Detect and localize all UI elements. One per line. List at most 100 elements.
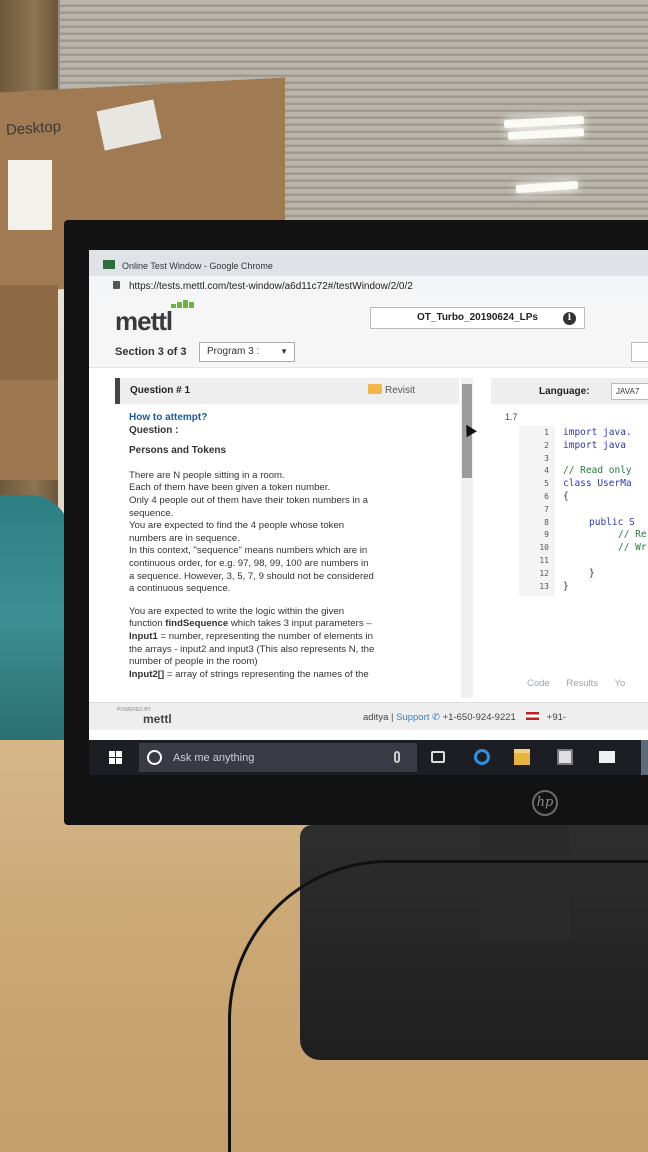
question-line: Each of them have been given a token num… bbox=[129, 482, 331, 494]
line-number: 4 bbox=[544, 466, 549, 476]
line-number: 13 bbox=[539, 581, 549, 591]
line-number: 8 bbox=[544, 517, 549, 527]
line-number: 7 bbox=[544, 504, 549, 514]
code-line: public S bbox=[589, 516, 635, 528]
code-line: // Wr bbox=[618, 542, 647, 554]
question-line: a continuous sequence. bbox=[129, 583, 231, 595]
code-line: // Read only bbox=[563, 465, 632, 477]
code-line: import java. bbox=[563, 427, 632, 438]
question-pane: Question # 1 Revisit How to attempt? Que… bbox=[115, 378, 459, 698]
how-to-attempt-link[interactable]: How to attempt? bbox=[129, 412, 449, 425]
question-line: sequence. bbox=[129, 507, 174, 519]
question-line: Only 4 people out of them have their tok… bbox=[129, 494, 368, 506]
caret-down-icon: ▼ bbox=[280, 347, 288, 356]
footer-contact: aditya | Support ✆ +1-650-924-9221 +91- bbox=[363, 712, 567, 723]
question-line: You are expected to find the 4 people wh… bbox=[129, 520, 345, 532]
question-line: function findSequence which takes 3 inpu… bbox=[129, 618, 372, 630]
editor-tabs: Code Results Yo bbox=[527, 678, 639, 689]
question-number: Question # 1 bbox=[130, 385, 191, 396]
line-number: 11 bbox=[539, 556, 549, 565]
question-title: Persons and Tokens bbox=[129, 445, 227, 457]
question-line: numbers are in sequence. bbox=[129, 532, 240, 544]
store-icon[interactable] bbox=[557, 749, 573, 765]
code-line: { bbox=[563, 491, 569, 502]
shipping-label bbox=[8, 160, 52, 230]
test-header: mettl OT_Turbo_20190624_LPs i bbox=[89, 296, 648, 340]
line-number: 3 bbox=[544, 453, 549, 463]
question-line: You are expected to write the logic with… bbox=[129, 605, 345, 617]
taskbar-app-icon[interactable] bbox=[641, 740, 648, 775]
tab-code[interactable]: Code bbox=[527, 678, 550, 689]
question-line: continuous order, for e.g. 97, 98, 99, 1… bbox=[129, 557, 369, 569]
tab-your-output[interactable]: Yo bbox=[615, 678, 626, 689]
question-line: number of people in the room) bbox=[129, 656, 258, 668]
section-label: Section 3 of 3 bbox=[115, 346, 187, 358]
mettl-logo: mettl bbox=[115, 306, 173, 336]
address-bar[interactable]: https://tests.mettl.com/test-window/a6d1… bbox=[89, 276, 648, 296]
screen: Online Test Window - Google Chrome https… bbox=[89, 250, 648, 775]
code-line: // Re bbox=[618, 529, 647, 541]
language-label: Language: bbox=[539, 386, 590, 397]
search-placeholder: Ask me anything bbox=[173, 752, 255, 764]
support-phone-india: +91- bbox=[546, 712, 567, 723]
line-number: 10 bbox=[539, 543, 549, 553]
info-icon[interactable]: i bbox=[563, 312, 576, 325]
window-titlebar: Online Test Window - Google Chrome bbox=[89, 250, 648, 276]
us-flag-icon bbox=[525, 712, 539, 720]
file-explorer-icon[interactable] bbox=[514, 749, 530, 765]
revisit-button[interactable]: Revisit bbox=[368, 384, 415, 396]
tab-results[interactable]: Results bbox=[566, 678, 598, 689]
code-editor-pane: Language: JAVA7 1.7 1 2 3 4 5 6 7 8 9 10 11 12 13 im… bbox=[491, 378, 648, 698]
task-view-icon[interactable] bbox=[431, 751, 445, 763]
function-name: findSequence bbox=[165, 618, 229, 630]
line-number: 6 bbox=[544, 492, 549, 501]
section-action-button[interactable] bbox=[631, 342, 648, 362]
cortana-icon bbox=[147, 750, 162, 765]
logo-mark bbox=[171, 300, 201, 308]
monitor-cable bbox=[228, 860, 648, 1152]
hp-logo: hp bbox=[532, 790, 558, 816]
teal-bag bbox=[0, 495, 70, 745]
code-line: } bbox=[563, 580, 569, 592]
question-line: There are N people sitting in a room. bbox=[129, 469, 285, 481]
line-number: 5 bbox=[544, 479, 549, 489]
question-label: Question : bbox=[129, 424, 179, 436]
section-bar: Section 3 of 3 Program 3 : ▼ bbox=[89, 340, 648, 368]
url-text[interactable]: https://tests.mettl.com/test-window/a6d1… bbox=[129, 281, 413, 292]
favicon-icon bbox=[103, 260, 115, 269]
code-line: class UserMa bbox=[563, 478, 632, 490]
cardboard-box bbox=[0, 380, 58, 480]
microphone-icon[interactable] bbox=[394, 751, 400, 763]
page-footer: POWERED BY mettl aditya | Support ✆ +1-6… bbox=[89, 702, 648, 730]
edge-browser-icon[interactable] bbox=[474, 749, 490, 765]
language-bar: Language: JAVA7 bbox=[491, 378, 648, 404]
user-name: aditya bbox=[363, 712, 389, 723]
mail-icon[interactable] bbox=[599, 751, 615, 763]
question-line: a sequence. However, 3, 5, 7, 9 should n… bbox=[129, 570, 374, 582]
program-select-value: Program 3 : bbox=[207, 346, 260, 357]
code-line: import java bbox=[563, 439, 626, 451]
language-select[interactable]: JAVA7 bbox=[611, 383, 648, 400]
question-line: In this context, "sequence" means number… bbox=[129, 545, 368, 557]
line-number: 1 bbox=[544, 428, 549, 437]
program-select[interactable]: Program 3 : ▼ bbox=[199, 342, 295, 362]
window-title: Online Test Window - Google Chrome bbox=[122, 261, 273, 271]
question-line: the arrays - input2 and input3 (This als… bbox=[129, 643, 375, 655]
question-line: Input1 = number, representing the number… bbox=[129, 630, 373, 642]
test-name: OT_Turbo_20190624_LPs bbox=[370, 307, 585, 329]
revisit-flag-icon bbox=[368, 384, 382, 394]
line-number-gutter: 1 2 3 4 5 6 7 8 9 10 11 12 13 bbox=[519, 426, 555, 596]
support-link[interactable]: Support bbox=[396, 712, 429, 723]
question-body: How to attempt? Question : Persons and T… bbox=[129, 412, 449, 691]
revisit-label: Revisit bbox=[385, 385, 416, 396]
phone-icon: ✆ bbox=[432, 712, 440, 723]
code-line: } bbox=[589, 567, 595, 579]
question-paragraph-1: There are N people sitting in a room. Ea… bbox=[129, 470, 449, 596]
question-line: Input2[] = array of strings representing… bbox=[129, 668, 369, 680]
param-name: Input2[] bbox=[129, 668, 165, 680]
taskbar: Ask me anything bbox=[89, 740, 648, 775]
cortana-search[interactable]: Ask me anything bbox=[139, 743, 417, 772]
param-name: Input1 bbox=[129, 630, 158, 642]
windows-start-icon[interactable] bbox=[109, 751, 122, 764]
language-version: 1.7 bbox=[505, 412, 518, 422]
